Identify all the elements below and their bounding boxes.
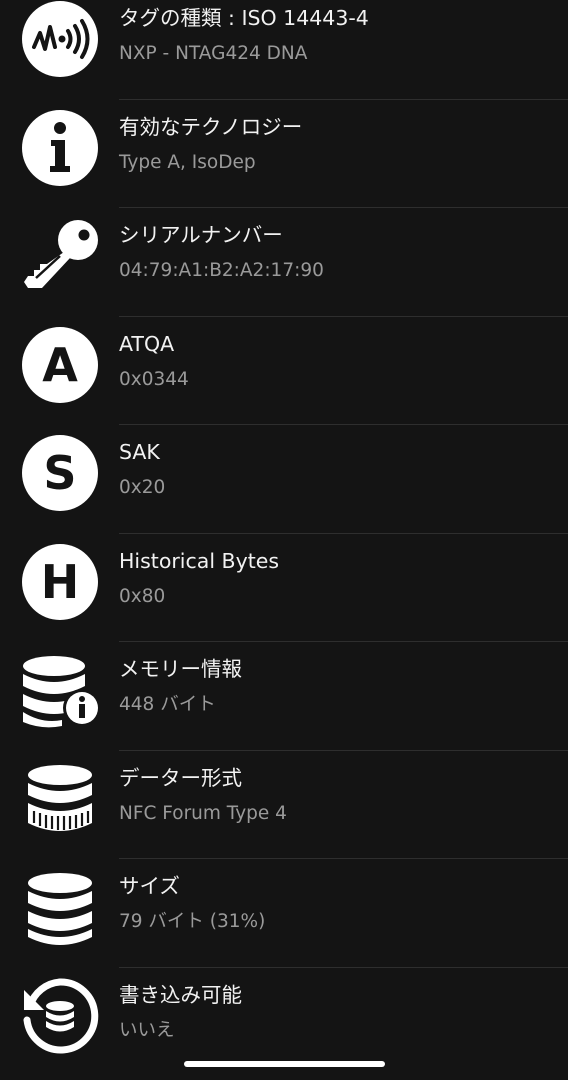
historical-bytes-value: 0x80 [119,585,166,607]
serial-number-title: シリアルナンバー [119,223,283,247]
list-item-memory-info[interactable]: メモリー情報 448 バイト [0,642,568,751]
list-item-writable[interactable]: 書き込み可能 いいえ [0,968,568,1077]
nfc-tag-icon [20,0,100,79]
list-item-technologies[interactable]: 有効なテクノロジー Type A, IsoDep [0,100,568,208]
data-format-value: NFC Forum Type 4 [119,802,287,824]
size-value: 79 バイト (31%) [119,911,266,932]
svg-text:H: H [41,555,80,609]
list-item-atqa[interactable]: A ATQA 0x0344 [0,317,568,425]
list-item-serial-number[interactable]: シリアルナンバー 04:79:A1:B2:A2:17:90 [0,208,568,317]
writable-title: 書き込み可能 [119,982,242,1007]
letter-h-icon: H [20,542,100,622]
key-icon [20,216,100,296]
size-title: サイズ [119,874,180,898]
memory-info-title: メモリー情報 [119,657,242,681]
tag-info-list: タグの種類 : ISO 14443-4 NXP - NTAG424 DNA 有効… [0,0,568,1080]
svg-text:S: S [43,446,76,500]
info-icon [20,108,100,188]
atqa-value: 0x0344 [119,368,189,390]
database-format-icon [20,759,100,839]
tag-type-value: NXP - NTAG424 DNA [119,43,308,64]
serial-number-value: 04:79:A1:B2:A2:17:90 [119,260,324,281]
database-icon [20,867,100,947]
technologies-title: 有効なテクノロジー [119,114,303,139]
data-format-title: データー形式 [119,765,242,790]
list-item-tag-type[interactable]: タグの種類 : ISO 14443-4 NXP - NTAG424 DNA [0,0,568,100]
sak-value: 0x20 [119,477,166,498]
list-item-sak[interactable]: S SAK 0x20 [0,425,568,534]
database-info-icon [20,650,100,730]
letter-a-icon: A [20,325,100,405]
memory-info-value: 448 バイト [119,694,216,715]
database-restore-icon [20,976,100,1056]
letter-s-icon: S [20,433,100,513]
historical-bytes-title: Historical Bytes [119,548,280,573]
svg-text:A: A [42,338,78,392]
list-item-historical-bytes[interactable]: H Historical Bytes 0x80 [0,534,568,642]
home-indicator[interactable] [184,1061,385,1067]
tag-type-title: タグの種類 : ISO 14443-4 [119,6,369,30]
list-item-size[interactable]: サイズ 79 バイト (31%) [0,859,568,968]
list-item-data-format[interactable]: データー形式 NFC Forum Type 4 [0,751,568,859]
atqa-title: ATQA [119,331,175,356]
writable-value: いいえ [119,1019,175,1041]
sak-title: SAK [119,440,160,464]
technologies-value: Type A, IsoDep [119,151,256,173]
